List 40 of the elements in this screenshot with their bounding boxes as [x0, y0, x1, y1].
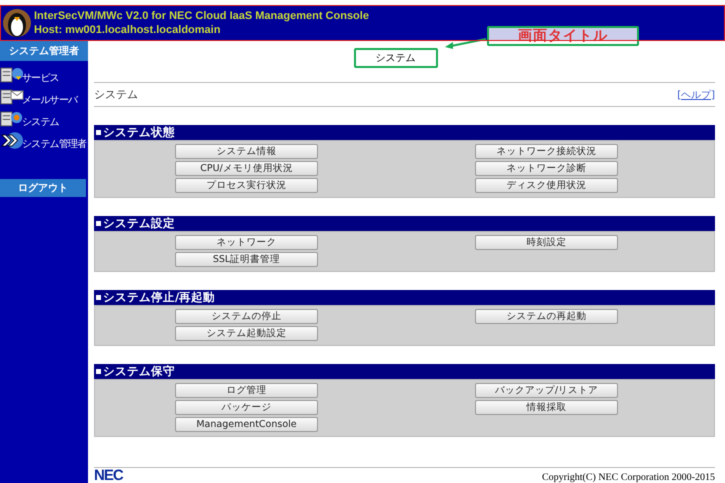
host-name: Host: mw001.localhost.localdomain: [34, 23, 222, 37]
server-icon[interactable]: [0, 108, 24, 128]
menu-button[interactable]: ネットワーク: [175, 235, 318, 250]
nec-logo: NEC: [94, 468, 123, 483]
menu-button[interactable]: パッケージ: [175, 400, 318, 415]
help-link[interactable]: [ヘルプ]: [677, 88, 715, 102]
menu-button[interactable]: システム起動設定: [175, 326, 318, 341]
server-icon[interactable]: [0, 86, 24, 106]
app-title: InterSecVM/MWc V2.0 for NEC Cloud IaaS Management Console: [34, 9, 369, 23]
menu-button[interactable]: システムの停止: [175, 309, 318, 324]
menu-button[interactable]: 情報採取: [475, 400, 618, 415]
section-header: システム設定: [94, 216, 715, 231]
section-header: システム保守: [94, 364, 715, 379]
sidebar-item[interactable]: システム管理者: [22, 137, 86, 151]
sidebar-item[interactable]: メールサーバ: [22, 93, 78, 107]
section-header: システム状態: [94, 125, 715, 140]
breadcrumb: システム: [94, 87, 138, 102]
menu-button[interactable]: ログ管理: [175, 383, 318, 398]
menu-button[interactable]: プロセス実行状況: [175, 178, 318, 193]
sidebar-heading: システム管理者: [0, 41, 88, 61]
menu-button[interactable]: SSL証明書管理: [175, 252, 318, 267]
section-header: システム停止/再起動: [94, 290, 715, 305]
menu-button[interactable]: ディスク使用状況: [475, 178, 618, 193]
menu-button[interactable]: ManagementConsole: [175, 417, 318, 432]
menu-button[interactable]: システム情報: [175, 144, 318, 159]
menu-button[interactable]: システムの再起動: [475, 309, 618, 324]
sidebar-item[interactable]: サービス: [22, 71, 59, 85]
server-icon[interactable]: [0, 64, 24, 84]
menu-button[interactable]: ネットワーク診断: [475, 161, 618, 176]
menu-button[interactable]: ネットワーク接続状況: [475, 144, 618, 159]
penguin-logo-icon: [2, 8, 32, 38]
chevrons-icon[interactable]: [0, 130, 24, 150]
menu-button[interactable]: バックアップ/リストア: [475, 383, 618, 398]
page-title: システム: [354, 48, 438, 68]
sidebar-item[interactable]: システム: [22, 115, 59, 129]
menu-button[interactable]: CPU/メモリ使用状況: [175, 161, 318, 176]
logout-button[interactable]: ログアウト: [0, 179, 86, 197]
copyright-text: Copyright(C) NEC Corporation 2000-2015: [542, 472, 715, 483]
menu-button[interactable]: 時刻設定: [475, 235, 618, 250]
annotation-arrow: [445, 37, 487, 49]
